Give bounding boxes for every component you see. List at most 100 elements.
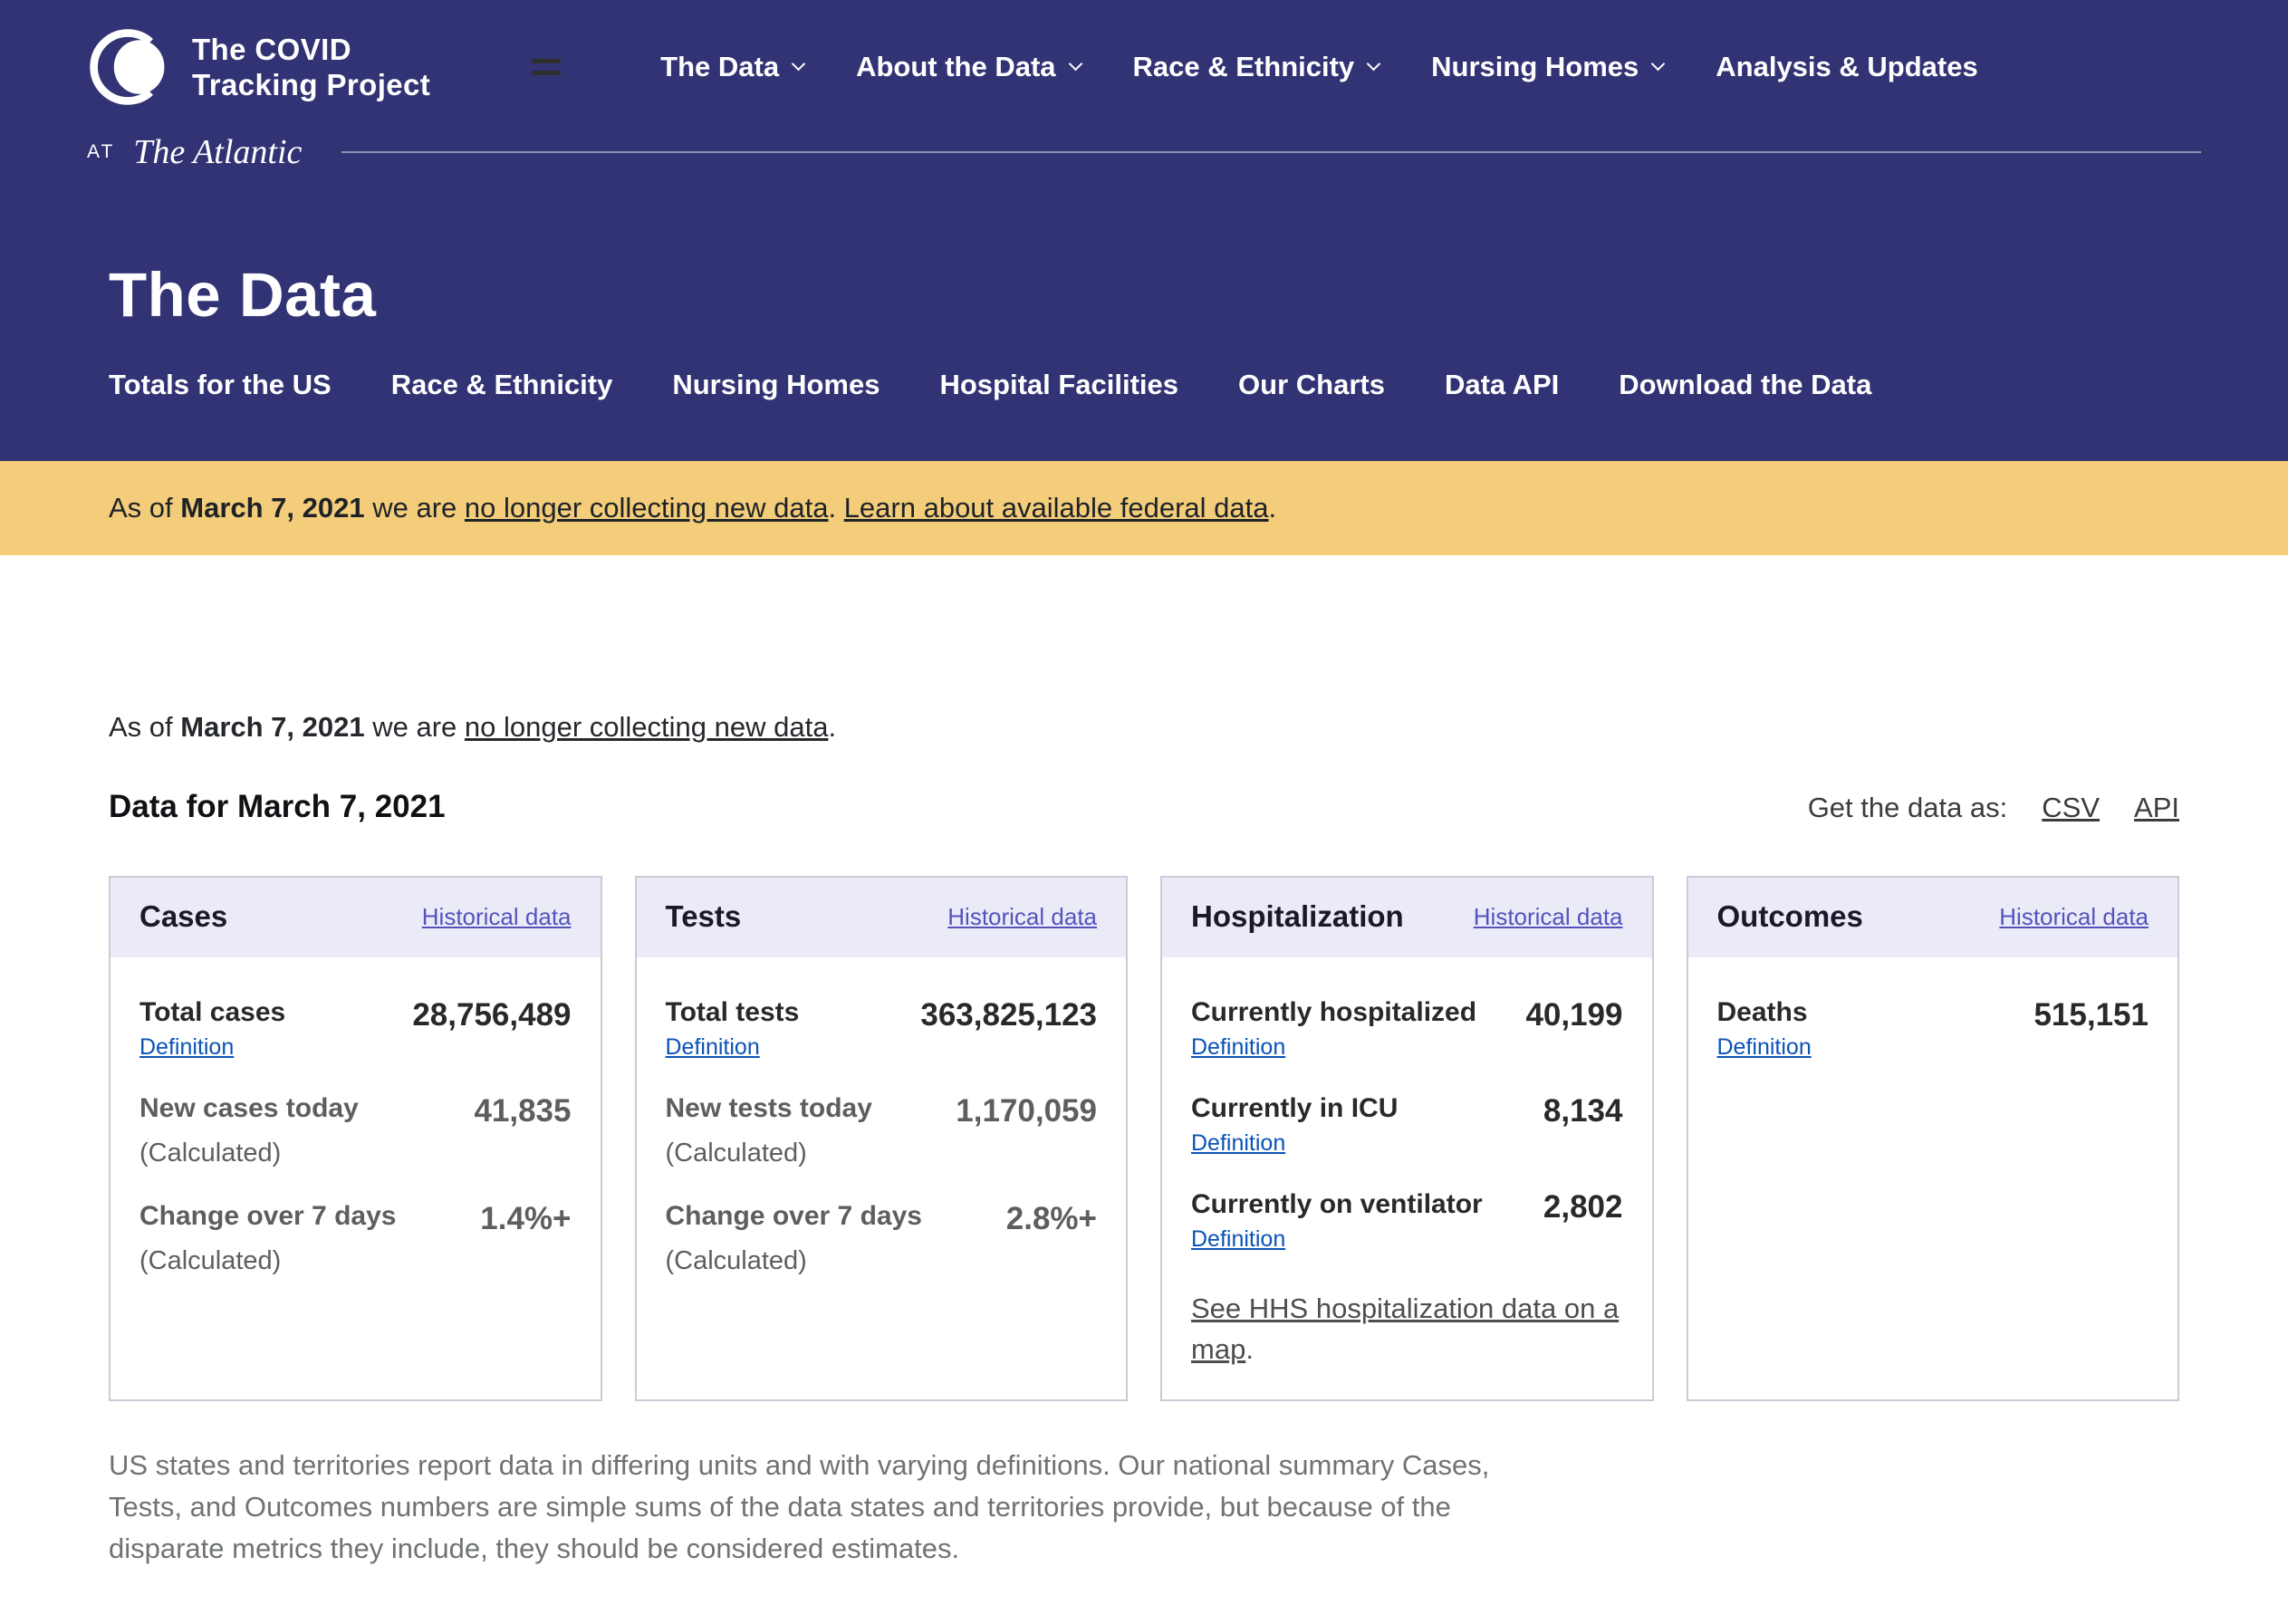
historical-data-link[interactable]: Historical data: [947, 903, 1097, 931]
stat-label: New cases today: [139, 1093, 359, 1124]
stat-value: 2.8%+: [988, 1201, 1097, 1237]
publisher-wordmark[interactable]: The Atlantic: [133, 132, 302, 172]
historical-data-link[interactable]: Historical data: [422, 903, 572, 931]
get-data-links: Get the data as: CSV API: [1808, 792, 2179, 824]
stat-left: Total cases Definition: [139, 997, 285, 1061]
definition-link[interactable]: Definition: [1191, 1130, 1285, 1157]
site-logo-text: The COVID Tracking Project: [192, 32, 430, 102]
definition-link[interactable]: Definition: [1191, 1034, 1285, 1061]
nav-item[interactable]: The Data: [660, 51, 803, 83]
no-longer-collecting-link[interactable]: no longer collecting new data: [465, 492, 829, 524]
stat-left: Currently on ventilator Definition: [1191, 1189, 1483, 1253]
at-label: AT: [87, 141, 115, 163]
subnav-item[interactable]: Totals for the US: [109, 369, 332, 401]
api-link[interactable]: API: [2134, 792, 2179, 824]
intro-paragraph: As of March 7, 2021 we are no longer col…: [109, 711, 2179, 744]
historical-data-link[interactable]: Historical data: [1999, 903, 2149, 931]
site-logo[interactable]: The COVID Tracking Project: [87, 24, 430, 111]
stat-card: Tests Historical data Total tests Defini…: [635, 876, 1129, 1401]
card-title: Cases: [139, 899, 227, 934]
subnav-item[interactable]: Race & Ethnicity: [391, 369, 613, 401]
subnav-item[interactable]: Nursing Homes: [672, 369, 880, 401]
stat-label: New tests today: [666, 1093, 872, 1124]
stat-value: 41,835: [456, 1093, 571, 1129]
subnav-item[interactable]: Our Charts: [1238, 369, 1385, 401]
data-section-heading: Data for March 7, 2021: [109, 789, 446, 825]
nav-item[interactable]: About the Data: [856, 51, 1080, 83]
historical-data-link[interactable]: Historical data: [1474, 903, 1623, 931]
definition-link[interactable]: Definition: [1717, 1034, 1812, 1061]
section-head: Data for March 7, 2021 Get the data as: …: [109, 789, 2179, 825]
stat-row: Currently on ventilator Definition 2,802: [1191, 1189, 1623, 1253]
banner-middle: we are: [365, 492, 465, 524]
nav-item-label: About the Data: [856, 51, 1055, 83]
covid-tracking-logo-icon: [87, 24, 174, 111]
stat-row: Currently hospitalized Definition 40,199: [1191, 997, 1623, 1061]
chevron-down-icon: [1651, 57, 1666, 72]
page-title: The Data: [0, 259, 2288, 331]
subnav-item[interactable]: Hospital Facilities: [939, 369, 1178, 401]
get-data-label: Get the data as:: [1808, 792, 2008, 824]
intro-no-longer-collecting-link[interactable]: no longer collecting new data: [465, 711, 829, 743]
subnav-item[interactable]: Download the Data: [1619, 369, 1871, 401]
banner-prefix: As of: [109, 492, 180, 524]
stat-row: Deaths Definition 515,151: [1717, 997, 2149, 1061]
banner-separator: .: [828, 492, 843, 524]
definition-link[interactable]: Definition: [1191, 1226, 1285, 1253]
stat-label: Change over 7 days: [666, 1201, 922, 1232]
logo-line1: The COVID: [192, 33, 351, 66]
footnote: US states and territories report data in…: [109, 1445, 1495, 1570]
calculated-note: (Calculated): [666, 1139, 872, 1168]
stat-label: Deaths: [1717, 997, 1812, 1028]
subnav-item[interactable]: Data API: [1445, 369, 1559, 401]
stat-row: New cases today (Calculated) 41,835: [139, 1093, 572, 1168]
stat-row: Total cases Definition 28,756,489: [139, 997, 572, 1061]
csv-link[interactable]: CSV: [2042, 792, 2100, 824]
stat-card: Hospitalization Historical data Currentl…: [1160, 876, 1654, 1401]
main-content: As of March 7, 2021 we are no longer col…: [0, 711, 2288, 1624]
menu-icon-bar: [532, 59, 561, 63]
definition-link[interactable]: Definition: [139, 1034, 234, 1061]
card-header: Tests Historical data: [637, 878, 1127, 957]
primary-nav: The Data About the Data Race & Ethnicity…: [660, 51, 1978, 83]
menu-icon[interactable]: [532, 59, 561, 75]
stat-left: Currently in ICU Definition: [1191, 1093, 1398, 1157]
intro-suffix: .: [828, 711, 836, 743]
federal-data-link[interactable]: Learn about available federal data: [844, 492, 1269, 524]
logo-line2: Tracking Project: [192, 68, 430, 101]
stat-left: Total tests Definition: [666, 997, 800, 1061]
stat-value: 1.4%+: [462, 1201, 571, 1237]
hhs-map-link-wrap: See HHS hospitalization data on a map.: [1191, 1289, 1623, 1370]
intro-date: March 7, 2021: [180, 711, 364, 743]
chevron-down-icon: [792, 57, 806, 72]
cards-row: Cases Historical data Total cases Defini…: [109, 876, 2179, 1401]
stat-left: Change over 7 days (Calculated): [666, 1201, 922, 1276]
nav-item-label: The Data: [660, 51, 779, 83]
stat-row: Change over 7 days (Calculated) 1.4%+: [139, 1201, 572, 1276]
nav-item[interactable]: Nursing Homes: [1431, 51, 1663, 83]
stat-left: Deaths Definition: [1717, 997, 1812, 1061]
definition-link[interactable]: Definition: [666, 1034, 760, 1061]
site-header: The COVID Tracking Project The Data Abou…: [0, 0, 2288, 461]
stat-value: 28,756,489: [394, 997, 571, 1033]
nav-item[interactable]: Race & Ethnicity: [1133, 51, 1380, 83]
nav-item[interactable]: Analysis & Updates: [1716, 51, 1977, 83]
calculated-note: (Calculated): [666, 1246, 922, 1276]
calculated-note: (Calculated): [139, 1246, 396, 1276]
stat-row: New tests today (Calculated) 1,170,059: [666, 1093, 1098, 1168]
intro-prefix: As of: [109, 711, 180, 743]
subnav: Totals for the US Race & Ethnicity Nursing…: [0, 369, 2288, 461]
stat-value: 1,170,059: [937, 1093, 1097, 1129]
intro-middle: we are: [365, 711, 465, 743]
stat-left: New tests today (Calculated): [666, 1093, 872, 1168]
stat-label: Total tests: [666, 997, 800, 1028]
card-header: Cases Historical data: [111, 878, 601, 957]
hhs-map-link[interactable]: See HHS hospitalization data on a map: [1191, 1292, 1619, 1365]
stat-value: 515,151: [2015, 997, 2149, 1033]
card-body: Total cases Definition 28,756,489 New ca…: [111, 957, 601, 1305]
stat-label: Currently on ventilator: [1191, 1189, 1483, 1220]
stat-value: 363,825,123: [902, 997, 1097, 1033]
card-title: Hospitalization: [1191, 899, 1404, 934]
card-header: Hospitalization Historical data: [1162, 878, 1652, 957]
stat-value: 8,134: [1525, 1093, 1623, 1129]
